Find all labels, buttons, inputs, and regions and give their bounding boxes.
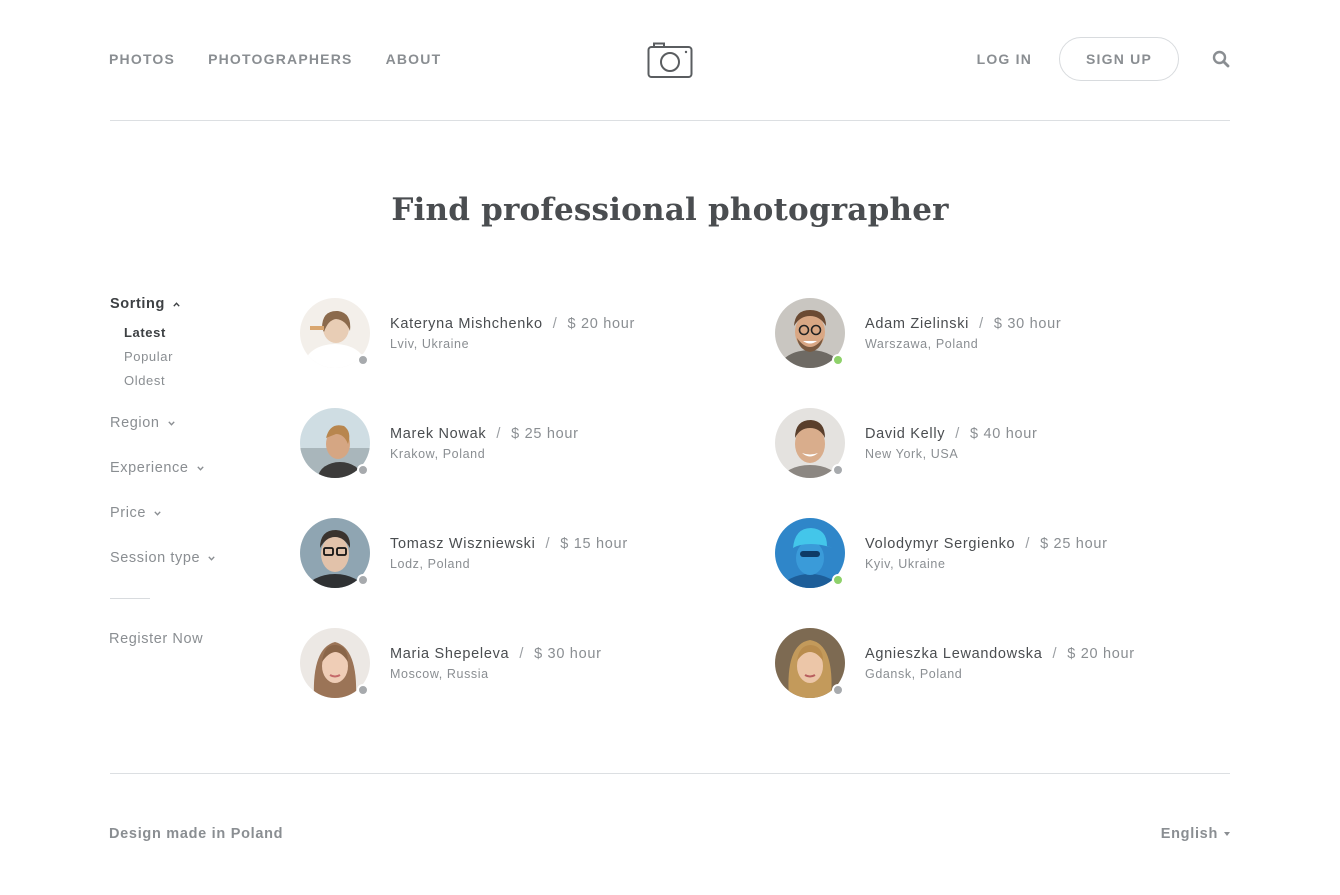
photographer-rate: $ 25 hour <box>1040 535 1108 552</box>
filter-experience-label: Experience <box>110 460 189 476</box>
status-dot <box>357 684 369 696</box>
status-dot <box>357 354 369 366</box>
main-nav: PHOTOS PHOTOGRAPHERS ABOUT <box>109 51 441 67</box>
chevron-down-icon <box>208 555 215 561</box>
photographer-name: Agnieszka Lewandowska <box>865 645 1043 662</box>
auth-nav: LOG IN SIGN UP <box>977 37 1230 81</box>
filter-region-label: Region <box>110 415 160 431</box>
photographer-name: Adam Zielinski <box>865 315 970 332</box>
status-dot <box>832 574 844 586</box>
nav-photographers-link[interactable]: PHOTOGRAPHERS <box>208 51 352 67</box>
photographer-location: Lodz, Poland <box>390 556 471 571</box>
avatar <box>300 518 370 588</box>
signup-button[interactable]: SIGN UP <box>1059 37 1179 81</box>
sidebar-divider <box>110 598 150 599</box>
filter-session-type-toggle[interactable]: Session type <box>110 549 280 567</box>
camera-icon[interactable] <box>647 41 693 79</box>
sort-option-oldest[interactable]: Oldest <box>124 369 280 393</box>
avatar <box>300 408 370 478</box>
sort-option-popular[interactable]: Popular <box>124 345 280 369</box>
status-dot <box>357 574 369 586</box>
filter-price-label: Price <box>110 505 147 521</box>
filter-experience-toggle[interactable]: Experience <box>110 459 280 477</box>
photographer-rate: $ 15 hour <box>560 535 628 552</box>
photographer-card[interactable]: Agnieszka Lewandowska / $ 20 hour Gdansk, … <box>775 628 1195 698</box>
photographer-location: Warszawa, Poland <box>865 336 979 351</box>
photographer-rate: $ 30 hour <box>993 315 1062 332</box>
photographer-location: Lviv, Ukraine <box>390 336 470 351</box>
language-selector[interactable]: English <box>1161 826 1230 842</box>
photographer-rate: $ 30 hour <box>534 645 602 662</box>
photographer-rate: $ 20 hour <box>567 315 636 332</box>
page-title: Find professional photographer <box>391 192 949 228</box>
language-label: English <box>1160 826 1218 842</box>
caret-down-icon <box>1224 832 1230 836</box>
photographer-rate: $ 40 hour <box>969 425 1038 442</box>
photographer-location: New York, USA <box>865 446 959 461</box>
photographer-name: Marek Nowak <box>390 425 487 442</box>
status-dot <box>832 464 844 476</box>
photographer-location: Krakow, Poland <box>390 446 486 461</box>
chevron-down-icon <box>167 420 175 426</box>
sorting-label: Sorting <box>110 296 165 312</box>
photographer-location: Kyiv, Ukraine <box>865 556 946 571</box>
photographer-location: Gdansk, Poland <box>865 666 963 681</box>
photographer-name: Volodymyr Sergienko <box>865 535 1016 552</box>
photographer-card[interactable]: Kateryna Mishchenko / $ 20 hour Lviv, Ukra… <box>300 298 720 368</box>
nav-about-link[interactable]: ABOUT <box>386 51 442 67</box>
photographer-rate: $ 20 hour <box>1067 645 1135 662</box>
nav-photos-link[interactable]: PHOTOS <box>109 51 175 67</box>
photographer-location: Moscow, Russia <box>390 666 489 681</box>
photographer-name: Kateryna Mishchenko <box>390 315 543 332</box>
search-icon[interactable] <box>1212 50 1230 68</box>
avatar <box>775 408 845 478</box>
photographer-card[interactable]: David Kelly / $ 40 hour New York, USA <box>775 408 1195 478</box>
register-now-link[interactable]: Register Now <box>109 631 280 647</box>
footer-credit: Design made in Poland <box>109 826 284 842</box>
photographer-card[interactable]: Tomasz Wiszniewski / $ 15 hour Lodz, Polan… <box>300 518 720 588</box>
photographer-card[interactable]: Volodymyr Sergienko / $ 25 hour Kyiv, Ukra… <box>775 518 1195 588</box>
photographer-rate: $ 25 hour <box>511 425 579 442</box>
status-dot <box>357 464 369 476</box>
status-dot <box>832 684 844 696</box>
filter-region-toggle[interactable]: Region <box>110 414 280 432</box>
avatar <box>775 628 845 698</box>
chevron-down-icon <box>154 510 161 516</box>
sort-option-latest[interactable]: Latest <box>124 321 280 345</box>
login-link[interactable]: LOG IN <box>977 51 1032 67</box>
chevron-up-icon <box>173 301 180 307</box>
photographer-card[interactable]: Maria Shepeleva / $ 30 hour Moscow, Russia <box>300 628 720 698</box>
photographer-name: David Kelly <box>865 425 946 442</box>
status-dot <box>832 354 844 366</box>
chevron-down-icon <box>196 465 204 471</box>
avatar <box>775 298 845 368</box>
avatar <box>300 628 370 698</box>
photographer-name: Maria Shepeleva <box>390 645 510 662</box>
footer-divider <box>110 773 1230 774</box>
sort-options: Latest Popular Oldest <box>124 321 280 393</box>
sorting-toggle[interactable]: Sorting <box>110 295 280 313</box>
avatar <box>775 518 845 588</box>
header-divider <box>110 120 1230 121</box>
photographer-card[interactable]: Adam Zielinski / $ 30 hour Warszawa, Polan… <box>775 298 1195 368</box>
avatar <box>300 298 370 368</box>
photographer-card[interactable]: Marek Nowak / $ 25 hour Krakow, Poland <box>300 408 720 478</box>
site-header: PHOTOS PHOTOGRAPHERS ABOUT LOG IN SIGN U… <box>0 0 1340 121</box>
photographer-name: Tomasz Wiszniewski <box>390 535 536 552</box>
filter-price-toggle[interactable]: Price <box>110 504 280 522</box>
filter-sidebar: Sorting Latest Popular Oldest Region Exp… <box>109 295 280 647</box>
filter-session-type-label: Session type <box>110 550 201 566</box>
